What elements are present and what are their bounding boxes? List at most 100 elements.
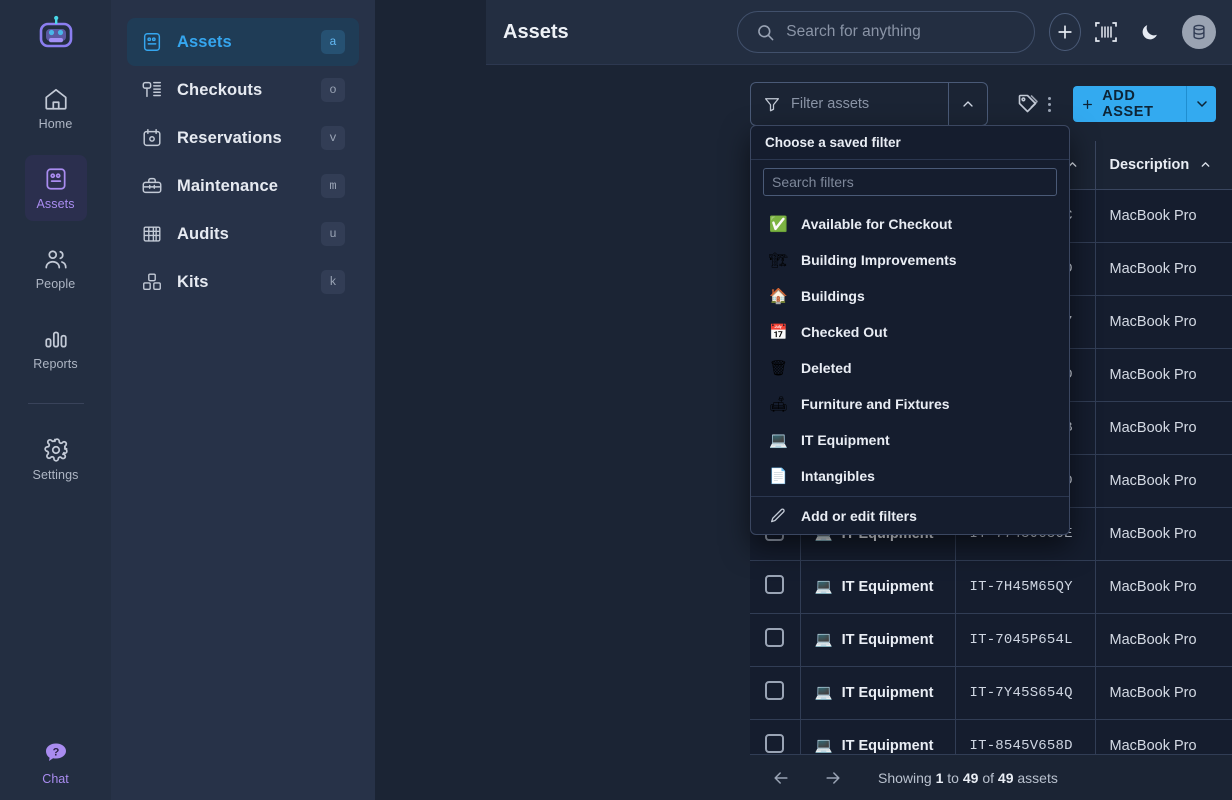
- filter-dropdown-toggle[interactable]: [947, 82, 988, 126]
- add-asset-button[interactable]: ADD ASSET: [1073, 86, 1216, 122]
- cell-description: MacBook Pro: [1095, 401, 1232, 455]
- sidebar-item-kits[interactable]: Kits k: [127, 258, 359, 306]
- sidebar-shortcut: v: [321, 126, 345, 150]
- cell-category: 💻 IT Equipment: [800, 719, 956, 754]
- row-checkbox-cell[interactable]: [750, 560, 801, 614]
- row-checkbox-cell[interactable]: [750, 666, 801, 720]
- rail-item-reports[interactable]: Reports: [25, 315, 87, 381]
- cell-category: 💻 IT Equipment: [800, 560, 956, 614]
- chat-button[interactable]: ? Chat: [0, 739, 111, 786]
- column-description[interactable]: Description: [1095, 141, 1232, 190]
- cell-description: MacBook Pro: [1095, 189, 1232, 243]
- saved-filter-item-furniture-and-fixtures[interactable]: 🛋 Furniture and Fixtures: [751, 386, 1069, 422]
- gear-icon: [43, 437, 68, 462]
- sidebar-item-audits[interactable]: Audits u: [127, 210, 359, 258]
- laptop-icon: 💻: [814, 632, 833, 648]
- rail-item-label: Home: [38, 116, 73, 131]
- filter-placeholder: Filter assets: [791, 96, 870, 112]
- saved-filter-item-building-improvements[interactable]: 🏗 Building Improvements: [751, 242, 1069, 278]
- avatar[interactable]: [1182, 15, 1216, 49]
- saved-filter-item-deleted[interactable]: 🗑 Deleted: [751, 350, 1069, 386]
- rail-item-home[interactable]: Home: [25, 75, 87, 141]
- saved-filter-dropdown[interactable]: Choose a saved filter Search filters ✅ Av…: [750, 125, 1070, 535]
- chevron-up-icon: [962, 101, 973, 107]
- table-row[interactable]: 💻IT EquipmentIT-8545V658DMacBook ProAvai…: [750, 719, 1232, 754]
- row-checkbox-cell[interactable]: [750, 719, 801, 754]
- add-or-edit-filters-item[interactable]: Add or edit filters: [751, 496, 1069, 534]
- laptop-icon: 💻: [769, 431, 788, 449]
- rail-item-label: Settings: [32, 467, 79, 482]
- search-input[interactable]: Search for anything: [786, 23, 920, 41]
- green-check-icon: ✅: [769, 215, 788, 233]
- rail-item-people[interactable]: People: [25, 235, 87, 301]
- database-avatar-icon: [1193, 24, 1205, 40]
- tag-button[interactable]: [1016, 90, 1040, 118]
- sidebar-item-label: Reservations: [177, 128, 282, 147]
- barcode-scan-icon: [1095, 22, 1118, 42]
- saved-filter-item-it-equipment[interactable]: 💻 IT Equipment: [751, 422, 1069, 458]
- theme-toggle-button[interactable]: [1132, 15, 1166, 49]
- top-bar-right: [1120, 15, 1232, 49]
- barcode-scan-button[interactable]: [1093, 15, 1120, 49]
- row-checkbox-cell[interactable]: [750, 613, 801, 667]
- monitor-icon: [45, 167, 66, 190]
- cell-description: MacBook Pro: [1095, 295, 1232, 349]
- chevron-down-icon: [1196, 101, 1207, 107]
- cell-description: MacBook Pro: [1095, 666, 1232, 720]
- previous-page-button[interactable]: [766, 763, 796, 793]
- quick-add-button[interactable]: [1049, 13, 1081, 51]
- arrow-left-icon: [774, 771, 788, 784]
- saved-filter-label: Available for Checkout: [801, 216, 953, 232]
- sidebar-item-maintenance[interactable]: Maintenance m: [127, 162, 359, 210]
- row-checkbox[interactable]: [765, 681, 785, 700]
- laptop-icon: 💻: [814, 738, 833, 754]
- row-checkbox[interactable]: [765, 575, 785, 594]
- cell-asset-tag-id: IT-8545V658D: [955, 719, 1096, 754]
- add-asset-label: ADD ASSET: [1102, 88, 1154, 120]
- cell-description: MacBook Pro: [1095, 560, 1232, 614]
- sidebar-item-checkouts[interactable]: Checkouts o: [127, 66, 359, 114]
- rail-item-settings[interactable]: Settings: [25, 426, 87, 492]
- document-icon: 📄: [769, 467, 788, 485]
- rail-item-assets[interactable]: Assets: [24, 155, 87, 221]
- table-row[interactable]: 💻IT EquipmentIT-7Y45S654QMacBook ProAvai…: [750, 666, 1232, 720]
- filter-input[interactable]: Filter assets: [750, 82, 948, 126]
- sidebar-item-reservations[interactable]: Reservations v: [127, 114, 359, 162]
- couch-icon: 🛋: [769, 395, 789, 413]
- saved-filter-label: Building Improvements: [801, 252, 957, 268]
- showing-total: 49: [997, 769, 1014, 786]
- robot-logo-icon[interactable]: [34, 11, 78, 55]
- filter-control: Filter assets: [750, 82, 988, 126]
- saved-filter-item-checked-out[interactable]: 📅 Checked Out: [751, 314, 1069, 350]
- pagination-status: Showing 1 to 49 of 49 assets: [878, 770, 1058, 786]
- more-vertical-icon[interactable]: [1040, 90, 1060, 118]
- table-row[interactable]: 💻IT EquipmentIT-7H45M65QYMacBook ProAvai…: [750, 560, 1232, 614]
- sidebar-item-assets[interactable]: Assets a: [127, 18, 359, 66]
- app-root: Home Assets People Reports Settings ? Ch…: [0, 0, 1232, 800]
- next-page-button[interactable]: [818, 763, 848, 793]
- cell-description: MacBook Pro: [1095, 613, 1232, 667]
- saved-filter-item-intangibles[interactable]: 📄 Intangibles: [751, 458, 1069, 494]
- row-checkbox[interactable]: [765, 734, 785, 753]
- rail-item-label: Reports: [33, 356, 78, 371]
- saved-filter-label: IT Equipment: [801, 432, 890, 448]
- toolbox-icon: [142, 177, 162, 194]
- row-checkbox[interactable]: [765, 628, 785, 647]
- moon-icon: [1142, 24, 1157, 39]
- global-search[interactable]: Search for anything: [737, 11, 1036, 53]
- filter-search-input[interactable]: Search filters: [763, 168, 1057, 196]
- column-label: Description: [1109, 156, 1190, 173]
- filter-search-placeholder: Search filters: [772, 174, 854, 190]
- table-row[interactable]: 💻IT EquipmentIT-7045P654LMacBook ProAvai…: [750, 613, 1232, 667]
- chat-label: Chat: [42, 772, 69, 786]
- dropdown-title: Choose a saved filter: [751, 126, 1069, 160]
- search-icon: [758, 24, 774, 40]
- sidebar-item-label: Audits: [177, 224, 229, 243]
- showing-to: 49: [962, 769, 979, 786]
- add-asset-dropdown-toggle[interactable]: [1186, 86, 1216, 122]
- cell-category: 💻 IT Equipment: [800, 666, 956, 720]
- rail-item-label: Assets: [36, 196, 75, 211]
- cell-description: MacBook Pro: [1095, 507, 1232, 561]
- saved-filter-item-buildings[interactable]: 🏠 Buildings: [751, 278, 1069, 314]
- saved-filter-item-available-for-checkout[interactable]: ✅ Available for Checkout: [751, 206, 1069, 242]
